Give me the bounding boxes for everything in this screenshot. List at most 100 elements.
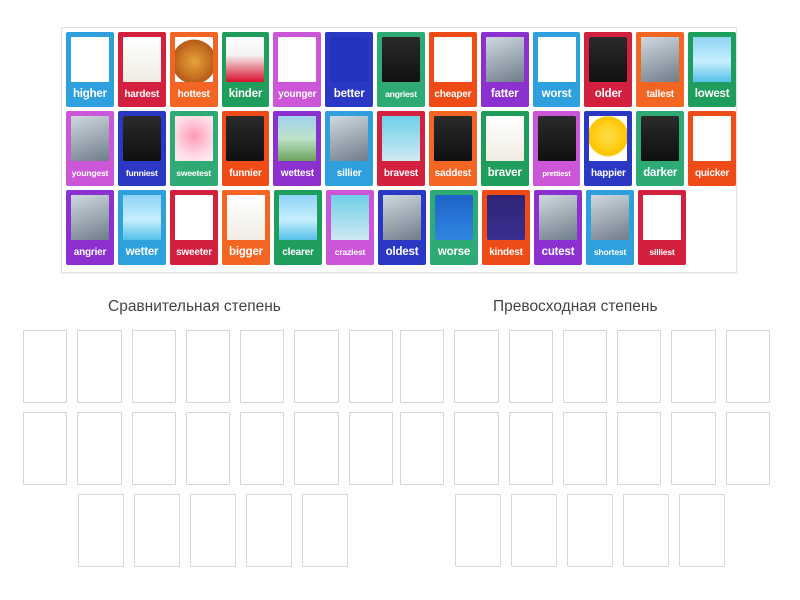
word-card-image <box>487 195 525 240</box>
word-card-sweetest[interactable]: sweetest <box>169 111 218 186</box>
drop-slot[interactable] <box>134 494 180 567</box>
word-card-image <box>589 37 628 82</box>
drop-slot[interactable] <box>302 494 348 567</box>
word-card-braver[interactable]: braver <box>480 111 529 186</box>
word-card-lowest[interactable]: lowest <box>688 32 736 107</box>
drop-slot[interactable] <box>562 412 608 485</box>
word-card-fatter[interactable]: fatter <box>480 32 529 107</box>
word-card-cutest[interactable]: cutest <box>534 190 582 265</box>
drop-slot[interactable] <box>725 330 770 403</box>
word-card-image <box>331 195 369 240</box>
drop-slot[interactable] <box>508 412 553 485</box>
drop-slot[interactable] <box>454 412 499 485</box>
drop-slot[interactable] <box>77 330 122 403</box>
drop-slot-row <box>23 494 393 567</box>
word-card-sillier[interactable]: sillier <box>325 111 374 186</box>
word-card-label: darker <box>643 166 678 179</box>
word-card-cheaper[interactable]: cheaper <box>428 32 477 107</box>
word-card-row: higher hardest hottest kinder younger better a… <box>66 32 736 107</box>
drop-slot[interactable] <box>511 494 557 567</box>
word-card-angrier[interactable]: angrier <box>66 190 114 265</box>
drop-slot[interactable] <box>562 330 608 403</box>
drop-slot[interactable] <box>185 330 231 403</box>
word-card-label: prettiest <box>542 168 571 178</box>
drop-slot[interactable] <box>348 330 393 403</box>
word-card-label: bravest <box>383 167 419 179</box>
word-card-clearer[interactable]: clearer <box>274 190 322 265</box>
word-card-quicker[interactable]: quicker <box>688 111 736 186</box>
drop-slot[interactable] <box>294 330 339 403</box>
drop-slot[interactable] <box>725 412 770 485</box>
word-card-happier[interactable]: happier <box>584 111 633 186</box>
drop-slot[interactable] <box>400 330 445 403</box>
word-card-worst[interactable]: worst <box>532 32 581 107</box>
word-card-kinder[interactable]: kinder <box>221 32 270 107</box>
word-card-label: kindest <box>489 246 523 258</box>
word-card-label: saddest <box>434 167 472 179</box>
word-card-oldest[interactable]: oldest <box>378 190 426 265</box>
word-card-funnier[interactable]: funnier <box>221 111 270 186</box>
drop-slot[interactable] <box>246 494 292 567</box>
drop-slot[interactable] <box>77 412 122 485</box>
word-card-wetter[interactable]: wetter <box>118 190 166 265</box>
word-card-darker[interactable]: darker <box>636 111 685 186</box>
drop-slot[interactable] <box>617 412 662 485</box>
word-card-shortest[interactable]: shortest <box>586 190 634 265</box>
drop-slot[interactable] <box>454 330 499 403</box>
word-card-bravest[interactable]: bravest <box>377 111 425 186</box>
drop-slot[interactable] <box>567 494 613 567</box>
word-card-prettiest[interactable]: prettiest <box>532 111 581 186</box>
word-card-hardest[interactable]: hardest <box>117 32 166 107</box>
drop-slot[interactable] <box>617 330 662 403</box>
word-card-better[interactable]: better <box>325 32 374 107</box>
word-card-angriest[interactable]: angriest <box>377 32 425 107</box>
drop-slot[interactable] <box>671 330 716 403</box>
drop-slot[interactable] <box>78 494 124 567</box>
drop-slot[interactable] <box>131 330 176 403</box>
drop-slot[interactable] <box>348 412 393 485</box>
drop-slot[interactable] <box>455 494 501 567</box>
word-card-label: oldest <box>385 245 419 258</box>
word-card-image <box>123 195 161 240</box>
word-card-image <box>330 37 369 82</box>
drop-zone-comparative[interactable] <box>23 330 393 570</box>
word-card-label: fatter <box>490 87 519 100</box>
word-card-higher[interactable]: higher <box>66 32 114 107</box>
word-card-younger[interactable]: younger <box>273 32 322 107</box>
word-card-bigger[interactable]: bigger <box>222 190 270 265</box>
word-card-kindest[interactable]: kindest <box>482 190 530 265</box>
drop-slot[interactable] <box>679 494 725 567</box>
word-card-image <box>641 37 680 82</box>
drop-slot[interactable] <box>294 412 339 485</box>
word-card-label: cutest <box>541 245 575 258</box>
drop-slot[interactable] <box>131 412 176 485</box>
word-card-image <box>539 195 577 240</box>
word-card-youngest[interactable]: youngest <box>66 111 114 186</box>
word-card-saddest[interactable]: saddest <box>428 111 477 186</box>
word-card-older[interactable]: older <box>584 32 633 107</box>
drop-slot[interactable] <box>240 412 285 485</box>
drop-slot[interactable] <box>23 330 68 403</box>
drop-slot[interactable] <box>185 412 231 485</box>
word-card-wettest[interactable]: wettest <box>273 111 322 186</box>
drop-slot[interactable] <box>508 330 553 403</box>
word-card-image <box>70 37 109 82</box>
drop-slot[interactable] <box>671 412 716 485</box>
word-card-funniest[interactable]: funniest <box>117 111 166 186</box>
drop-slot[interactable] <box>400 412 445 485</box>
word-card-worse[interactable]: worse <box>430 190 478 265</box>
word-card-craziest[interactable]: craziest <box>326 190 374 265</box>
drop-slot[interactable] <box>190 494 236 567</box>
word-card-tray[interactable]: higher hardest hottest kinder younger better a… <box>61 27 737 273</box>
word-card-hottest[interactable]: hottest <box>169 32 218 107</box>
drop-slot[interactable] <box>240 330 285 403</box>
word-card-silliest[interactable]: silliest <box>638 190 686 265</box>
word-card-sweeter[interactable]: sweeter <box>170 190 218 265</box>
word-card-label: shortest <box>593 247 627 258</box>
word-card-image <box>226 37 265 82</box>
word-card-tallest[interactable]: tallest <box>636 32 685 107</box>
drop-slot[interactable] <box>23 412 68 485</box>
drop-zone-superlative[interactable] <box>400 330 770 570</box>
word-card-label: worse <box>437 245 471 258</box>
drop-slot[interactable] <box>623 494 669 567</box>
